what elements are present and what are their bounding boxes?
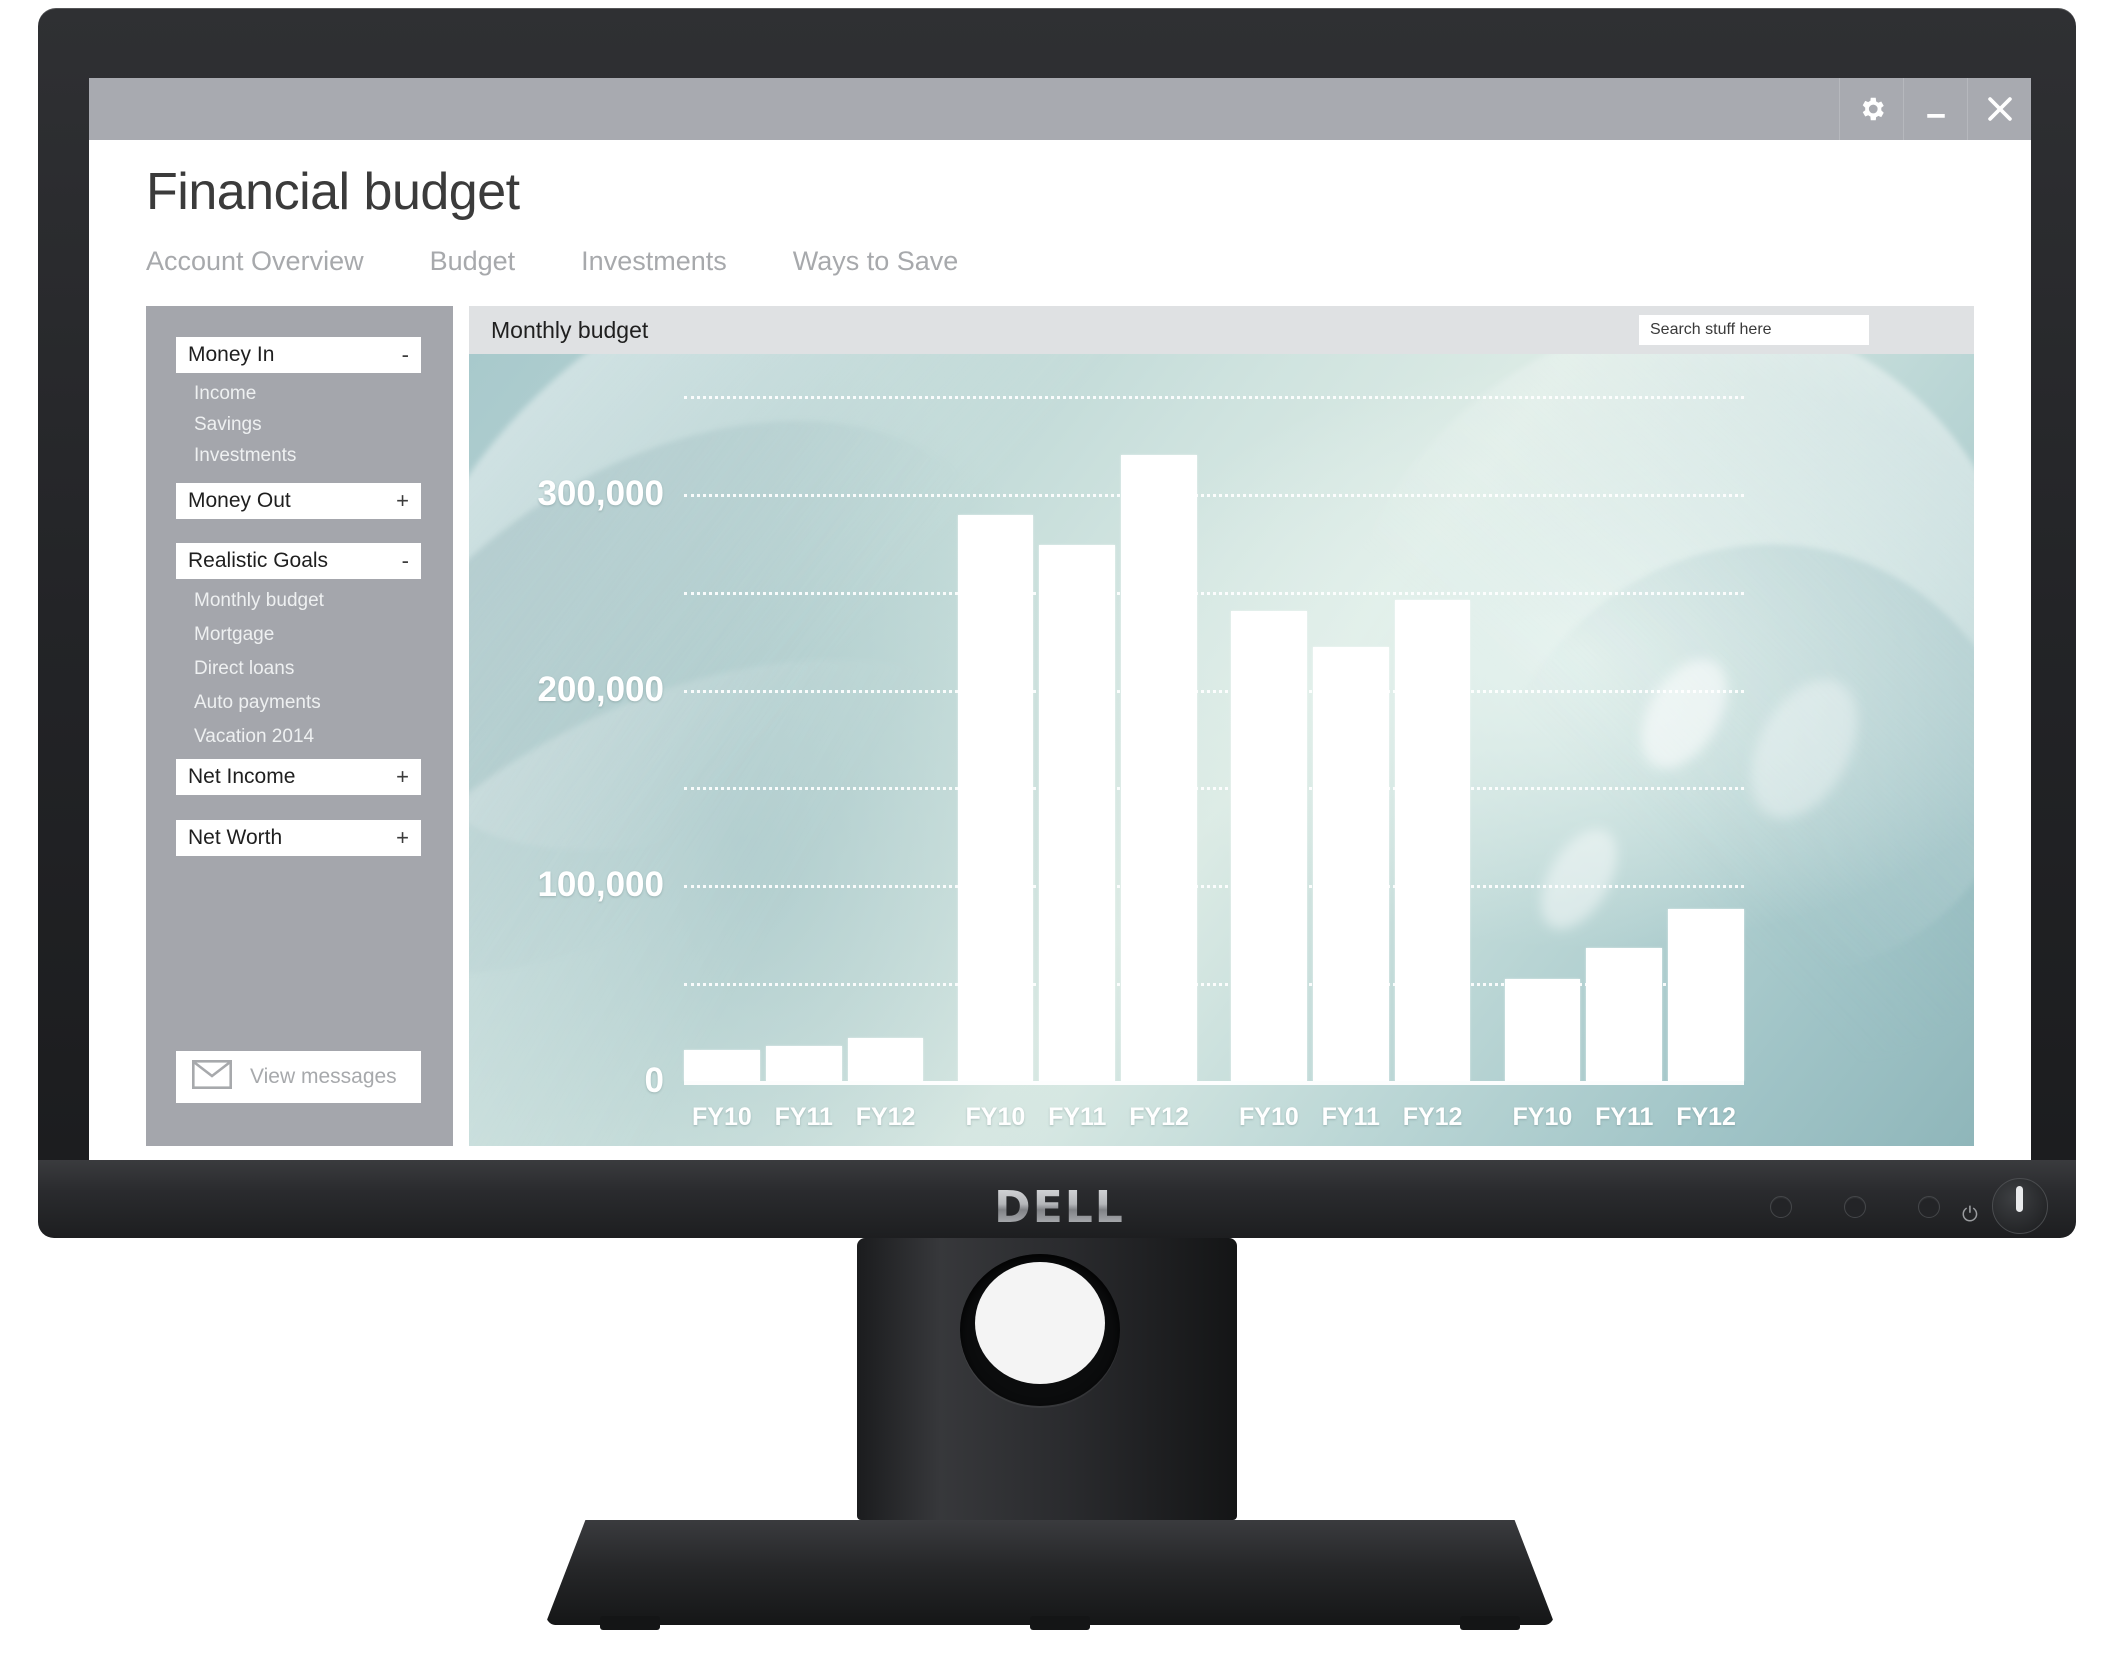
chart-bar (1231, 611, 1307, 1081)
content-header: Monthly budget Search stuff here (469, 306, 1974, 354)
x-axis-tick-label: FY10 (965, 1103, 1026, 1131)
chart-bar (1394, 599, 1471, 1081)
close-button[interactable] (1967, 78, 2031, 140)
chart-x-axis (684, 1081, 1744, 1085)
sidebar-group-label: Money In (188, 343, 275, 366)
application-window: Financial budget Account Overview Budget… (89, 78, 2031, 1173)
chart-gridline (684, 591, 1744, 595)
sidebar-group-label: Net Income (188, 765, 296, 788)
chart-gridline (684, 689, 1744, 693)
dell-brand-logo: DELL (952, 1178, 1167, 1236)
chart-bar (1586, 947, 1663, 1081)
minimize-button[interactable] (1903, 78, 1967, 140)
chart-bar (847, 1037, 924, 1081)
page-title: Financial budget (146, 163, 520, 221)
x-axis-tick-label: FY12 (855, 1103, 916, 1131)
expand-toggle-icon: + (396, 488, 409, 513)
nav-item-budget[interactable]: Budget (430, 246, 516, 277)
x-axis-tick-label: FY10 (1239, 1103, 1299, 1131)
x-axis-tick-label: FY11 (774, 1103, 833, 1131)
expand-toggle-icon: + (396, 825, 409, 850)
sidebar-item-direct-loans[interactable]: Direct loans (194, 658, 294, 680)
search-input[interactable]: Search stuff here (1639, 315, 1869, 345)
expand-toggle-icon: + (396, 764, 409, 789)
stand-foot-right (1460, 1616, 1520, 1630)
sidebar-group-net-worth[interactable]: Net Worth + (176, 820, 421, 856)
nav-item-account-overview[interactable]: Account Overview (146, 246, 364, 277)
y-axis-tick-label: 200,000 (537, 669, 664, 709)
stand-foot-center (1030, 1616, 1090, 1630)
x-axis-tick-label: FY12 (1402, 1103, 1463, 1131)
window-titlebar (89, 78, 2031, 140)
chart-gridline (684, 787, 1744, 791)
chart-bar (765, 1045, 842, 1081)
x-axis-tick-label: FY11 (1048, 1103, 1107, 1131)
sidebar-item-investments[interactable]: Investments (194, 445, 296, 467)
sidebar-item-monthly-budget[interactable]: Monthly budget (194, 590, 324, 612)
collapse-toggle-icon: - (401, 548, 409, 573)
monitor-osd-button-1[interactable] (1770, 1196, 1792, 1218)
chart-plot-area: 0 100,000 200,000 300,000 FY10 FY11 FY12 FY10 FY… (469, 354, 1974, 1146)
sidebar-item-mortgage[interactable]: Mortgage (194, 624, 274, 646)
power-led-indicator (2016, 1186, 2023, 1212)
x-axis-tick-label: FY10 (1512, 1103, 1573, 1131)
monitor-stand-base (545, 1520, 1555, 1625)
minimize-icon (1921, 94, 1951, 124)
sidebar-group-label: Money Out (188, 489, 291, 512)
application-body: Financial budget Account Overview Budget… (89, 140, 2031, 1173)
y-axis-tick-label: 300,000 (537, 473, 664, 513)
sidebar-group-realistic-goals[interactable]: Realistic Goals - (176, 543, 421, 579)
x-axis-tick-label: FY12 (1129, 1103, 1189, 1131)
sidebar-group-label: Net Worth (188, 826, 283, 849)
content-title: Monthly budget (491, 316, 649, 343)
monitor-osd-button-2[interactable] (1844, 1196, 1866, 1218)
sidebar-item-vacation-2014[interactable]: Vacation 2014 (194, 726, 314, 748)
gear-icon (1857, 94, 1887, 124)
x-axis-tick-label: FY10 (692, 1103, 752, 1131)
power-symbol-icon: ⏻ (1962, 1204, 1978, 1226)
close-icon (1983, 92, 2017, 126)
main-nav: Account Overview Budget Investments Ways… (146, 246, 1024, 277)
collapse-toggle-icon: - (401, 342, 409, 367)
view-messages-button[interactable]: View messages (176, 1051, 421, 1103)
content-panel: Monthly budget Search stuff here 0 100,0… (469, 306, 1974, 1146)
screenshot-root: Financial budget Account Overview Budget… (0, 0, 2117, 1670)
x-axis-tick-label: FY12 (1676, 1103, 1736, 1131)
x-axis-tick-label: FY11 (1595, 1103, 1654, 1131)
envelope-icon (191, 1059, 233, 1094)
monthly-budget-chart: 0 100,000 200,000 300,000 FY10 FY11 FY12 FY10 FY… (469, 354, 1974, 1146)
chart-gridline (684, 885, 1744, 889)
settings-button[interactable] (1839, 78, 1903, 140)
stand-foot-left (600, 1616, 660, 1630)
chart-bar (1121, 454, 1197, 1081)
chart-gridline (684, 493, 1744, 497)
nav-item-ways-to-save[interactable]: Ways to Save (793, 246, 959, 277)
chart-bar (1312, 646, 1389, 1081)
sidebar-item-income[interactable]: Income (194, 383, 256, 405)
monitor-osd-button-3[interactable] (1918, 1196, 1940, 1218)
chart-gridline (684, 396, 1744, 399)
chart-bar (1039, 544, 1116, 1081)
chart-bar (1504, 979, 1581, 1081)
y-axis-tick-label: 0 (644, 1061, 664, 1100)
x-axis-tick-label: FY11 (1321, 1103, 1380, 1131)
chart-bar (1668, 908, 1744, 1081)
sidebar-group-money-in[interactable]: Money In - (176, 337, 421, 373)
sidebar-group-label: Realistic Goals (188, 549, 329, 572)
chart-bar (684, 1049, 760, 1081)
sidebar-group-money-out[interactable]: Money Out + (176, 483, 421, 519)
chart-gridline (684, 983, 1744, 987)
stand-cable-hole-inner (975, 1262, 1105, 1384)
sidebar-item-savings[interactable]: Savings (194, 414, 262, 436)
nav-item-investments[interactable]: Investments (581, 246, 727, 277)
sidebar-item-auto-payments[interactable]: Auto payments (194, 692, 321, 714)
sidebar-group-net-income[interactable]: Net Income + (176, 759, 421, 795)
view-messages-label: View messages (250, 1065, 397, 1088)
y-axis-tick-label: 100,000 (537, 865, 664, 905)
search-placeholder: Search stuff here (1650, 321, 1772, 338)
sidebar: Money In - Income Savings Investments Mo… (146, 306, 453, 1146)
chart-bar (957, 515, 1034, 1081)
